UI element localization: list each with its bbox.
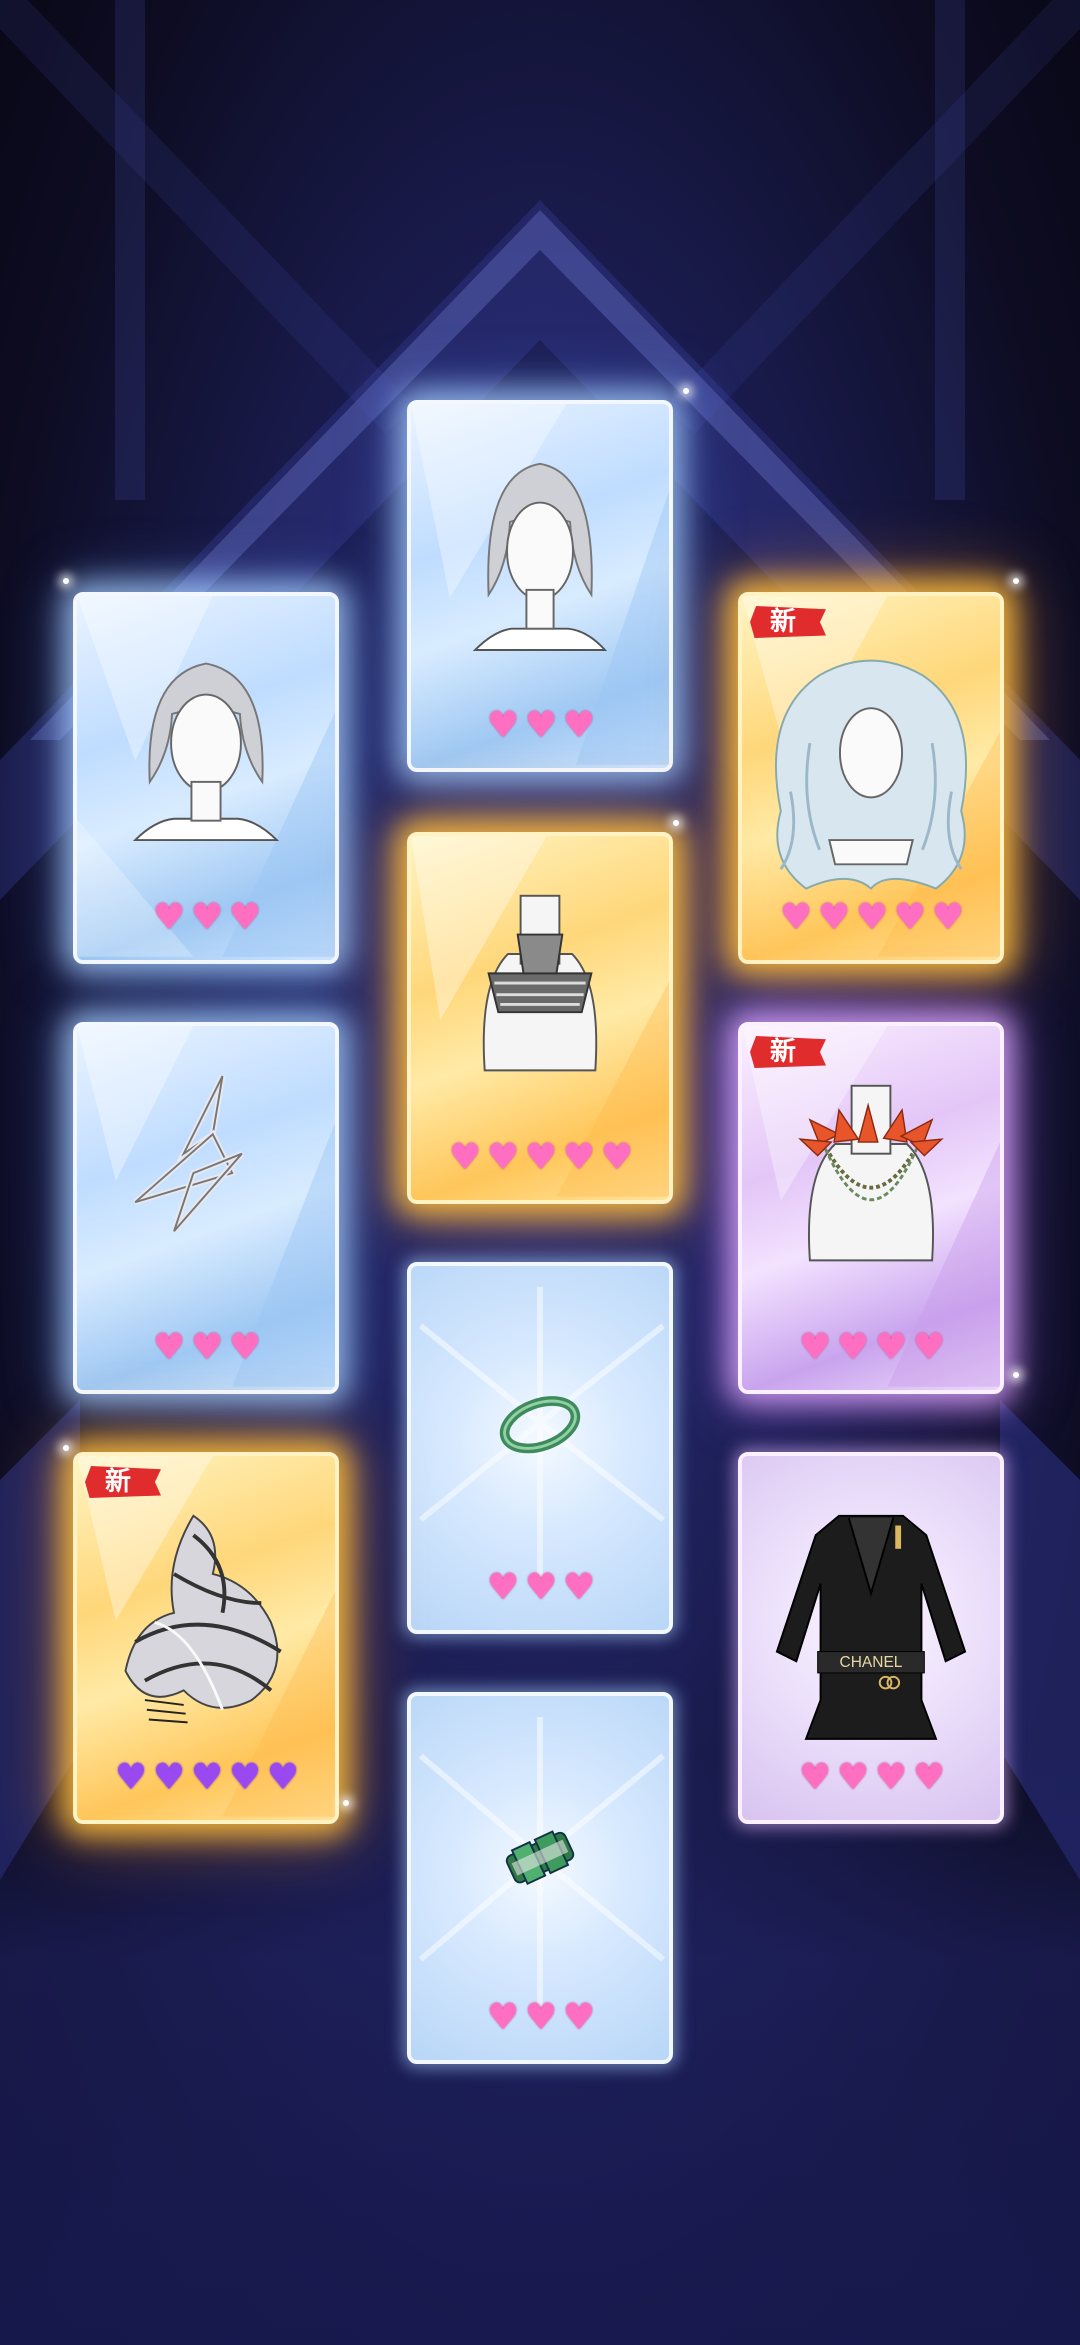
rarity-hearts: ♥ ♥ ♥ ♥ <box>742 1328 1000 1368</box>
heart-icon: ♥ <box>228 897 261 938</box>
heart-icon: ♥ <box>912 1757 945 1798</box>
heart-icon: ♥ <box>486 705 519 746</box>
heart-icon: ♥ <box>190 1757 223 1798</box>
heart-icon: ♥ <box>874 1327 907 1368</box>
heart-icon: ♥ <box>152 897 185 938</box>
sparkle-effect <box>683 388 689 394</box>
heart-icon: ♥ <box>874 1757 907 1798</box>
heart-icon: ♥ <box>524 1997 557 2038</box>
rarity-hearts: ♥ ♥ ♥ <box>77 898 335 938</box>
heart-icon: ♥ <box>600 1137 633 1178</box>
new-badge: 新 <box>750 1032 830 1072</box>
new-badge-label: 新 <box>105 1467 132 1497</box>
rarity-hearts: ♥ ♥ ♥ ♥ ♥ <box>77 1758 335 1798</box>
rarity-hearts: ♥ ♥ ♥ <box>77 1328 335 1368</box>
card-emerald-ring[interactable]: ♥ ♥ ♥ <box>407 1692 673 2064</box>
card-layered-collar-necklace[interactable]: ♥ ♥ ♥ ♥ ♥ <box>407 832 673 1204</box>
sparkle-effect <box>63 1445 69 1451</box>
heart-icon: ♥ <box>798 1757 831 1798</box>
rarity-hearts: ♥ ♥ ♥ ♥ ♥ <box>411 1138 669 1178</box>
heart-icon: ♥ <box>893 897 926 938</box>
heart-icon: ♥ <box>190 897 223 938</box>
heart-icon: ♥ <box>486 1137 519 1178</box>
heart-icon: ♥ <box>486 1567 519 1608</box>
heart-icon: ♥ <box>228 1327 261 1368</box>
heart-icon: ♥ <box>152 1327 185 1368</box>
card-reveal-stage: ♥ ♥ ♥ ♥ ♥ ♥ 新 ♥ ♥ ♥ ♥ ♥ ♥ ♥ ♥ ♥ ♥ ♥ ♥ ♥ … <box>0 0 1080 2345</box>
heart-icon: ♥ <box>562 1997 595 2038</box>
rarity-hearts: ♥ ♥ ♥ ♥ ♥ <box>742 898 1000 938</box>
heart-icon: ♥ <box>562 1137 595 1178</box>
rarity-hearts: ♥ ♥ ♥ <box>411 706 669 746</box>
sparkle-effect <box>1013 578 1019 584</box>
new-badge: 新 <box>85 1462 165 1502</box>
heart-icon: ♥ <box>798 1327 831 1368</box>
heart-icon: ♥ <box>855 897 888 938</box>
heart-icon: ♥ <box>152 1757 185 1798</box>
card-black-chanel-jacket[interactable]: CHANEL ♥ ♥ ♥ ♥ <box>738 1452 1004 1824</box>
heart-icon: ♥ <box>836 1327 869 1368</box>
heart-icon: ♥ <box>912 1327 945 1368</box>
heart-icon: ♥ <box>114 1757 147 1798</box>
new-badge-label: 新 <box>770 607 797 637</box>
sparkle-effect <box>343 1800 349 1806</box>
new-badge: 新 <box>750 602 830 642</box>
rarity-hearts: ♥ ♥ ♥ <box>411 1568 669 1608</box>
sparkle-effect <box>673 820 679 826</box>
card-jade-bangle[interactable]: ♥ ♥ ♥ <box>407 1262 673 1634</box>
heart-icon: ♥ <box>836 1757 869 1798</box>
card-silver-bob-hair-left[interactable]: ♥ ♥ ♥ <box>73 592 339 964</box>
sparkle-effect <box>63 578 69 584</box>
heart-icon: ♥ <box>524 1567 557 1608</box>
heart-icon: ♥ <box>817 897 850 938</box>
heart-icon: ♥ <box>779 897 812 938</box>
card-red-lily-chain-necklace[interactable]: 新 ♥ ♥ ♥ ♥ <box>738 1022 1004 1394</box>
heart-icon: ♥ <box>448 1137 481 1178</box>
heart-icon: ♥ <box>562 1567 595 1608</box>
heart-icon: ♥ <box>266 1757 299 1798</box>
rarity-hearts: ♥ ♥ ♥ ♥ <box>742 1758 1000 1798</box>
heart-icon: ♥ <box>228 1757 261 1798</box>
heart-icon: ♥ <box>931 897 964 938</box>
heart-icon: ♥ <box>486 1997 519 2038</box>
heart-icon: ♥ <box>562 705 595 746</box>
card-silver-long-wavy-hair[interactable]: 新 ♥ ♥ ♥ ♥ ♥ <box>738 592 1004 964</box>
card-silver-ribbon-sculpture-outfit[interactable]: 新 ♥ ♥ ♥ ♥ ♥ <box>73 1452 339 1824</box>
new-badge-label: 新 <box>770 1037 797 1067</box>
jacket-belt-label: CHANEL <box>840 1654 903 1671</box>
heart-icon: ♥ <box>190 1327 223 1368</box>
card-silver-bob-hair-center[interactable]: ♥ ♥ ♥ <box>407 400 673 772</box>
card-geometric-triangle-earring[interactable]: ♥ ♥ ♥ <box>73 1022 339 1394</box>
heart-icon: ♥ <box>524 705 557 746</box>
heart-icon: ♥ <box>524 1137 557 1178</box>
rarity-hearts: ♥ ♥ ♥ <box>411 1998 669 2038</box>
sparkle-effect <box>1013 1372 1019 1378</box>
